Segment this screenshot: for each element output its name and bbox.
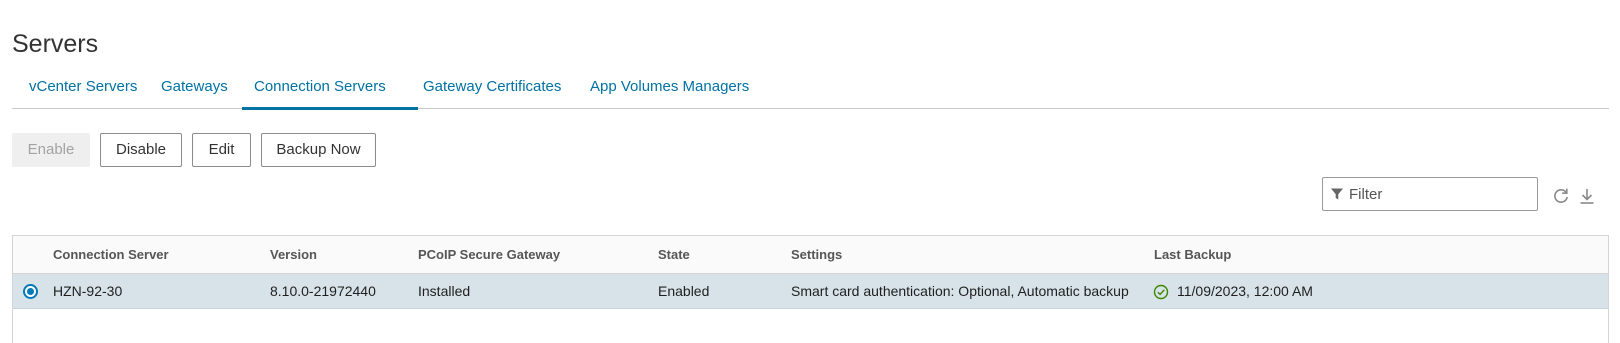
refresh-icon[interactable] — [1551, 186, 1571, 206]
page-title: Servers — [12, 30, 99, 58]
column-header-settings[interactable]: Settings — [791, 236, 842, 274]
column-header-version[interactable]: Version — [270, 236, 317, 274]
filter-icon — [1331, 188, 1343, 200]
tab-vcenter-servers[interactable]: vCenter Servers — [29, 66, 137, 109]
connection-servers-grid: Connection Server Version PCoIP Secure G… — [12, 235, 1609, 343]
column-header-state[interactable]: State — [658, 236, 690, 274]
cell-connection-server: HZN-92-30 — [53, 283, 123, 299]
cell-state: Enabled — [658, 283, 710, 299]
filter-input[interactable] — [1349, 178, 1535, 210]
edit-button[interactable]: Edit — [192, 133, 251, 167]
tab-app-volumes-managers[interactable]: App Volumes Managers — [590, 66, 749, 109]
disable-button[interactable]: Disable — [100, 133, 182, 167]
backup-now-button[interactable]: Backup Now — [261, 133, 376, 167]
grid-header: Connection Server Version PCoIP Secure G… — [13, 236, 1608, 274]
column-header-connection-server[interactable]: Connection Server — [53, 236, 169, 274]
column-header-pcoip-secure-gateway[interactable]: PCoIP Secure Gateway — [418, 236, 560, 274]
tab-connection-servers-label: Connection Servers — [254, 78, 386, 95]
table-row[interactable]: HZN-92-30 8.10.0-21972440 Installed Enab… — [13, 274, 1608, 309]
servers-page: Servers vCenter Servers Gateways Connect… — [0, 0, 1620, 343]
tab-connection-servers[interactable]: Connection Servers — [242, 66, 418, 110]
server-tabs: vCenter Servers Gateways Connection Serv… — [12, 66, 1609, 110]
tab-gateway-certificates[interactable]: Gateway Certificates — [423, 66, 561, 109]
enable-button[interactable]: Enable — [12, 133, 90, 167]
row-select-radio[interactable] — [23, 284, 38, 299]
cell-version: 8.10.0-21972440 — [270, 283, 376, 299]
check-circle-icon — [1153, 284, 1169, 300]
column-header-last-backup[interactable]: Last Backup — [1154, 236, 1231, 274]
cell-last-backup: 11/09/2023, 12:00 AM — [1177, 283, 1313, 299]
tab-gateways[interactable]: Gateways — [161, 66, 228, 109]
cell-settings: Smart card authentication: Optional, Aut… — [791, 283, 1129, 299]
active-tab-indicator — [242, 107, 418, 110]
download-icon[interactable] — [1577, 186, 1597, 206]
filter-box — [1322, 177, 1538, 211]
cell-pcoip-secure-gateway: Installed — [418, 283, 471, 299]
